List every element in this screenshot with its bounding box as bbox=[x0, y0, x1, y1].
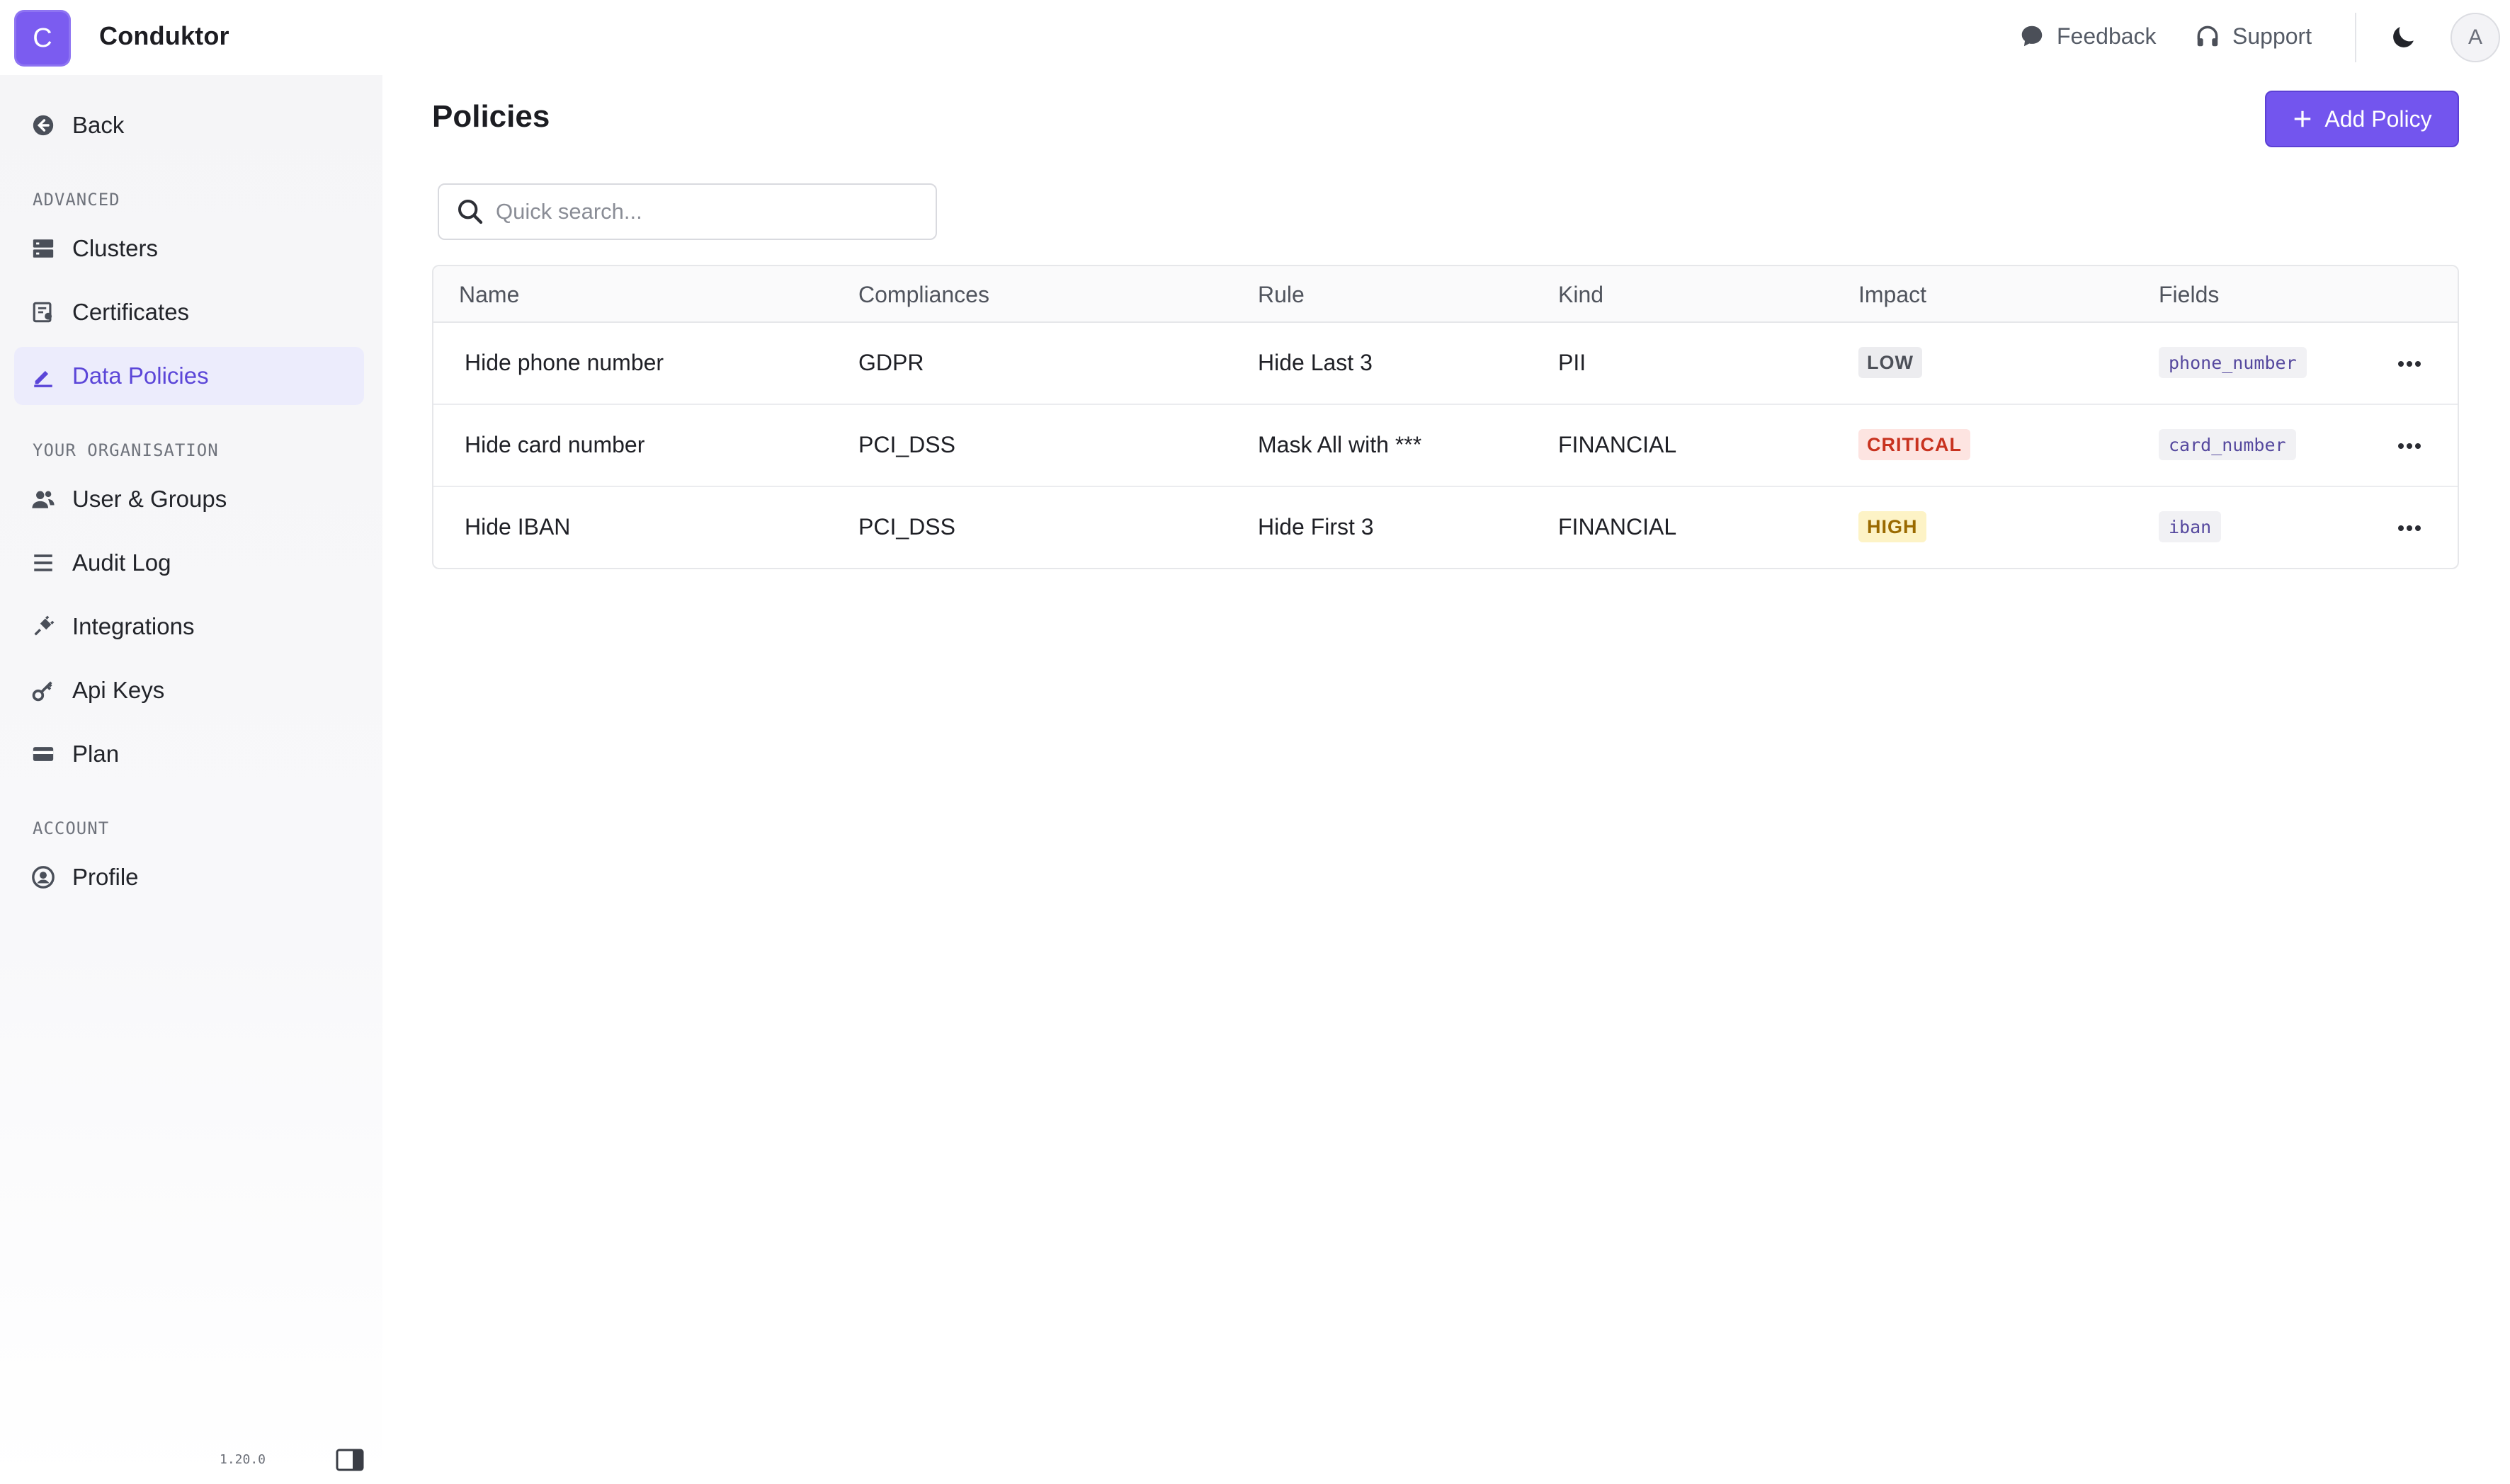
sidebar-item-user-groups[interactable]: User & Groups bbox=[14, 470, 364, 528]
policy-kind: FINANCIAL bbox=[1558, 514, 1677, 540]
column-header-compliances[interactable]: Compliances bbox=[858, 282, 989, 308]
support-link[interactable]: Support bbox=[2194, 23, 2312, 50]
policy-compliance: GDPR bbox=[858, 350, 924, 375]
sidebar-item-label: Plan bbox=[72, 741, 120, 767]
section-label-account: ACCOUNT bbox=[33, 818, 110, 838]
policy-name: Hide IBAN bbox=[465, 514, 571, 540]
search-input[interactable] bbox=[496, 199, 921, 224]
policies-table: Name Compliances Rule Kind Impact Fields… bbox=[432, 265, 2459, 569]
column-header-impact[interactable]: Impact bbox=[1858, 282, 1926, 308]
section-label-advanced: ADVANCED bbox=[33, 190, 120, 210]
sidebar-item-integrations[interactable]: Integrations bbox=[14, 598, 364, 656]
credit-card-icon bbox=[33, 747, 54, 761]
table-row[interactable]: Hide IBAN PCI_DSS Hide First 3 FINANCIAL… bbox=[433, 487, 2458, 568]
feedback-label: Feedback bbox=[2057, 23, 2157, 49]
table-row[interactable]: Hide phone number GDPR Hide Last 3 PII L… bbox=[433, 323, 2458, 405]
impact-badge: CRITICAL bbox=[1858, 429, 1970, 460]
policy-compliance: PCI_DSS bbox=[858, 514, 955, 540]
sidebar-collapse-icon[interactable] bbox=[336, 1449, 364, 1471]
column-header-kind[interactable]: Kind bbox=[1558, 282, 1603, 308]
table-row[interactable]: Hide card number PCI_DSS Mask All with *… bbox=[433, 405, 2458, 487]
more-options-icon[interactable] bbox=[2395, 433, 2424, 459]
page-title: Policies bbox=[432, 99, 550, 134]
policy-rule: Mask All with *** bbox=[1258, 432, 1422, 457]
support-label: Support bbox=[2232, 23, 2312, 49]
policy-rule: Hide First 3 bbox=[1258, 514, 1374, 540]
policy-kind: PII bbox=[1558, 350, 1586, 375]
users-icon bbox=[32, 491, 55, 508]
sidebar-item-label: Api Keys bbox=[72, 677, 165, 703]
server-icon bbox=[33, 239, 54, 258]
plus-icon bbox=[2295, 110, 2311, 127]
sidebar-item-profile[interactable]: Profile bbox=[14, 848, 364, 906]
section-label-your-organisation: YOUR ORGANISATION bbox=[33, 440, 219, 460]
policy-name: Hide phone number bbox=[465, 350, 664, 375]
app-root: C Conduktor Feedback Support A Back ADVA… bbox=[0, 0, 2510, 1484]
add-policy-button[interactable]: Add Policy bbox=[2265, 91, 2459, 147]
list-icon bbox=[34, 554, 52, 571]
column-header-name[interactable]: Name bbox=[459, 282, 519, 308]
app-title: Conduktor bbox=[99, 21, 229, 50]
avatar[interactable]: A bbox=[2451, 13, 2500, 62]
policy-name: Hide card number bbox=[465, 432, 645, 457]
sidebar-item-data-policies[interactable]: Data Policies bbox=[14, 347, 364, 405]
more-options-icon[interactable] bbox=[2395, 515, 2424, 541]
field-chip: phone_number bbox=[2159, 347, 2307, 378]
sidebar-item-label: Profile bbox=[72, 864, 139, 890]
field-chip: iban bbox=[2159, 511, 2222, 542]
plug-icon bbox=[34, 615, 55, 636]
key-icon bbox=[32, 681, 52, 702]
sidebar-item-label: Back bbox=[72, 112, 125, 138]
app-version: 1.20.0 bbox=[220, 1452, 266, 1467]
sidebar-item-label: Certificates bbox=[72, 299, 190, 325]
sidebar-back-button[interactable]: Back bbox=[14, 96, 364, 154]
top-header: C Conduktor Feedback Support A bbox=[0, 0, 2510, 75]
chat-bubble-icon bbox=[2021, 25, 2043, 47]
sidebar-item-label: Integrations bbox=[72, 613, 195, 639]
table-header: Name Compliances Rule Kind Impact Fields bbox=[433, 266, 2458, 323]
field-chip: card_number bbox=[2159, 429, 2296, 460]
app-logo[interactable]: C bbox=[14, 10, 71, 67]
column-header-fields[interactable]: Fields bbox=[2159, 282, 2219, 308]
sidebar-item-certificates[interactable]: Certificates bbox=[14, 283, 364, 341]
back-arrow-icon bbox=[33, 115, 54, 136]
sidebar-item-label: Audit Log bbox=[72, 549, 171, 576]
impact-badge: HIGH bbox=[1858, 511, 1926, 542]
sidebar-item-api-keys[interactable]: Api Keys bbox=[14, 661, 364, 719]
user-circle-icon bbox=[32, 866, 55, 889]
add-policy-label: Add Policy bbox=[2324, 105, 2432, 132]
sidebar-item-label: Data Policies bbox=[72, 363, 209, 389]
column-header-rule[interactable]: Rule bbox=[1258, 282, 1305, 308]
headphones-icon bbox=[2197, 25, 2218, 47]
header-divider bbox=[2355, 13, 2356, 62]
policy-rule: Hide Last 3 bbox=[1258, 350, 1373, 375]
impact-badge: LOW bbox=[1858, 347, 1922, 378]
sidebar-item-label: User & Groups bbox=[72, 486, 227, 512]
policy-kind: FINANCIAL bbox=[1558, 432, 1677, 457]
certificate-icon bbox=[33, 302, 52, 323]
quick-search bbox=[438, 183, 937, 240]
policy-compliance: PCI_DSS bbox=[858, 432, 955, 457]
moon-icon[interactable] bbox=[2388, 23, 2418, 52]
more-options-icon[interactable] bbox=[2395, 351, 2424, 377]
sidebar-item-label: Clusters bbox=[72, 235, 159, 261]
policy-icon bbox=[34, 370, 52, 387]
sidebar-item-clusters[interactable]: Clusters bbox=[14, 219, 364, 278]
sidebar-item-plan[interactable]: Plan bbox=[14, 725, 364, 783]
sidebar-item-audit-log[interactable]: Audit Log bbox=[14, 534, 364, 592]
feedback-link[interactable]: Feedback bbox=[2018, 23, 2157, 50]
search-icon bbox=[458, 200, 483, 224]
